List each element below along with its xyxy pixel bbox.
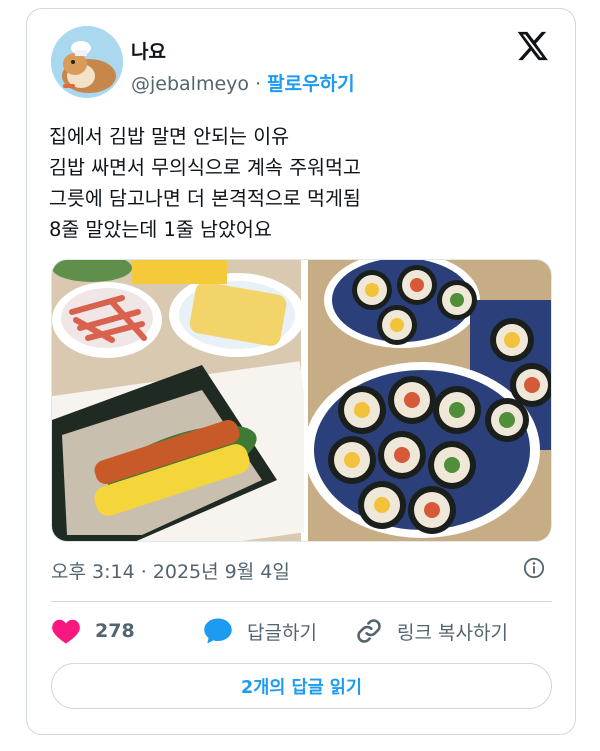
media-photo-left[interactable]: [52, 260, 324, 542]
tweet-line: 집에서 김밥 말면 안되는 이유: [49, 125, 290, 148]
author-display-name[interactable]: 나요: [131, 37, 166, 64]
separator-dot: ·: [255, 73, 262, 95]
tweet-card: 나요 @jebalmeyo · 팔로우하기 집에서 김밥 말면 안되는 이유 김…: [26, 8, 576, 735]
avatar-image: [51, 26, 123, 98]
reply-button[interactable]: 답글하기: [203, 617, 317, 645]
heart-icon: [52, 619, 80, 644]
author-handle[interactable]: @jebalmeyo: [131, 73, 249, 95]
copy-link-button[interactable]: 링크 복사하기: [355, 617, 508, 645]
like-button[interactable]: 278: [51, 617, 135, 645]
avatar[interactable]: [51, 26, 123, 98]
reply-bubble-icon: [204, 618, 232, 644]
read-replies-button[interactable]: 2개의 답글 읽기: [51, 663, 552, 709]
like-count: 278: [95, 620, 135, 642]
tweet-line: 8줄 말았는데 1줄 남았어요: [49, 218, 272, 241]
link-icon: [357, 619, 381, 643]
author-handle-row: @jebalmeyo · 팔로우하기: [131, 69, 355, 96]
tweet-text: 집에서 김밥 말면 안되는 이유 김밥 싸면서 무의식으로 계속 주워먹고 그릇…: [49, 121, 559, 245]
action-bar: 278 답글하기 링크 복사하기: [51, 617, 552, 645]
tweet-timestamp[interactable]: 오후 3:14 · 2025년 9월 4일: [51, 557, 290, 584]
copy-link-label: 링크 복사하기: [397, 621, 508, 644]
divider: [51, 601, 552, 602]
tweet-media[interactable]: [51, 259, 552, 542]
tweet-line: 그릇에 담고나면 더 본격적으로 먹게됨: [49, 187, 361, 210]
media-photo-right[interactable]: [304, 260, 552, 542]
x-logo-icon[interactable]: [515, 29, 549, 63]
follow-button[interactable]: 팔로우하기: [267, 73, 354, 95]
info-icon[interactable]: [523, 557, 545, 579]
tweet-line: 김밥 싸면서 무의식으로 계속 주워먹고: [49, 156, 361, 179]
reply-label: 답글하기: [247, 621, 317, 644]
